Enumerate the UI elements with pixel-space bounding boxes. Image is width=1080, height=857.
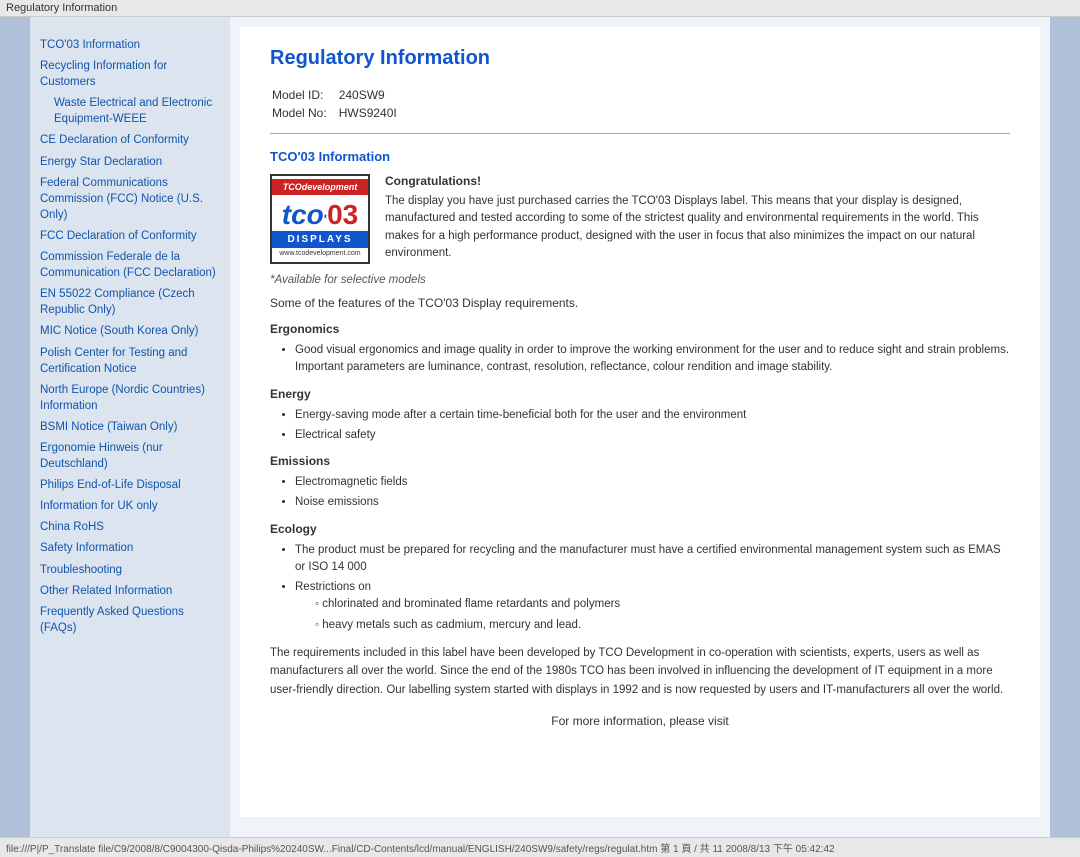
ecology-title: Ecology [270, 522, 1010, 536]
emissions-item-1: Electromagnetic fields [295, 474, 1010, 491]
ergonomics-list: Good visual ergonomics and image quality… [295, 342, 1010, 377]
model-no-value: HWS9240I [339, 105, 407, 121]
divider [270, 133, 1010, 134]
left-panel [0, 17, 30, 837]
title-bar-text: Regulatory Information [6, 2, 117, 14]
model-info-table: Model ID: 240SW9 Model No: HWS9240I [270, 85, 409, 123]
sidebar-item-11[interactable]: North Europe (Nordic Countries) Informat… [40, 382, 220, 414]
ergonomics-title: Ergonomics [270, 322, 1010, 336]
sidebar-item-9[interactable]: MIC Notice (South Korea Only) [40, 323, 220, 339]
content-area: Regulatory Information Model ID: 240SW9 … [230, 17, 1050, 837]
tco-congrats-title: Congratulations! [385, 174, 1010, 188]
model-id-value: 240SW9 [339, 87, 407, 103]
sidebar-item-10[interactable]: Polish Center for Testing and Certificat… [40, 345, 220, 377]
sidebar-item-16[interactable]: China RoHS [40, 519, 220, 535]
sidebar-item-19[interactable]: Other Related Information [40, 583, 220, 599]
emissions-item-2: Noise emissions [295, 494, 1010, 511]
ecology-sub-item-2: heavy metals such as cadmium, mercury an… [315, 617, 1010, 634]
sidebar-item-0[interactable]: TCO'03 Information [40, 37, 220, 53]
sidebar-item-2[interactable]: Waste Electrical and Electronic Equipmen… [54, 95, 220, 127]
model-no-label: Model No: [272, 105, 337, 121]
sidebar-item-7[interactable]: Commission Federale de la Communication … [40, 249, 220, 281]
energy-item-2: Electrical safety [295, 427, 1010, 444]
sidebar-item-3[interactable]: CE Declaration of Conformity [40, 132, 220, 148]
sidebar-item-14[interactable]: Philips End-of-Life Disposal [40, 477, 220, 493]
footer-text: For more information, please visit [270, 714, 1010, 728]
tco-content: Congratulations! The display you have ju… [385, 174, 1010, 262]
energy-title: Energy [270, 387, 1010, 401]
paragraph-text: The requirements included in this label … [270, 644, 1010, 699]
ecology-list: The product must be prepared for recycli… [295, 542, 1010, 634]
tco-num: 03 [327, 199, 358, 231]
tco-logo-middle: tco'03 [282, 195, 359, 231]
sidebar-item-8[interactable]: EN 55022 Compliance (Czech Republic Only… [40, 286, 220, 318]
tco-url: www.tcodevelopment.com [272, 248, 368, 259]
model-id-label: Model ID: [272, 87, 337, 103]
emissions-title: Emissions [270, 454, 1010, 468]
ecology-item-1: The product must be prepared for recycli… [295, 542, 1010, 577]
sidebar-item-1[interactable]: Recycling Information for Customers [40, 58, 220, 90]
ecology-item-2: Restrictions on chlorinated and brominat… [295, 579, 1010, 634]
tco-logo-top: TCOdevelopment [272, 179, 368, 195]
ecology-sub-item-1: chlorinated and brominated flame retarda… [315, 596, 1010, 613]
content-inner: Regulatory Information Model ID: 240SW9 … [240, 27, 1040, 817]
sidebar-item-20[interactable]: Frequently Asked Questions (FAQs) [40, 604, 220, 636]
title-bar: Regulatory Information [0, 0, 1080, 17]
tco-section-title: TCO'03 Information [270, 149, 1010, 164]
ergonomics-item-1: Good visual ergonomics and image quality… [295, 342, 1010, 377]
energy-list: Energy-saving mode after a certain time-… [295, 407, 1010, 445]
tco-box: TCOdevelopment tco'03 DISPLAYS www.tcode… [270, 174, 1010, 264]
status-bar-text: file:///P|/P_Translate file/C9/2008/8/C9… [6, 844, 835, 855]
sidebar-item-6[interactable]: FCC Declaration of Conformity [40, 228, 220, 244]
tco-displays: DISPLAYS [272, 231, 368, 248]
emissions-list: Electromagnetic fields Noise emissions [295, 474, 1010, 512]
right-panel [1050, 17, 1080, 837]
page-title: Regulatory Information [270, 47, 1010, 70]
sidebar-item-13[interactable]: Ergonomie Hinweis (nur Deutschland) [40, 440, 220, 472]
sidebar: TCO'03 Information Recycling Information … [30, 17, 230, 837]
available-note: *Available for selective models [270, 274, 1010, 286]
sidebar-item-12[interactable]: BSMI Notice (Taiwan Only) [40, 419, 220, 435]
sidebar-item-15[interactable]: Information for UK only [40, 498, 220, 514]
sidebar-item-5[interactable]: Federal Communications Commission (FCC) … [40, 175, 220, 223]
tco-text: tco [282, 199, 324, 231]
tco-logo: TCOdevelopment tco'03 DISPLAYS www.tcode… [270, 174, 370, 264]
features-text: Some of the features of the TCO'03 Displ… [270, 296, 1010, 310]
status-bar: file:///P|/P_Translate file/C9/2008/8/C9… [0, 837, 1080, 857]
sidebar-item-17[interactable]: Safety Information [40, 540, 220, 556]
ecology-sub-list: chlorinated and brominated flame retarda… [315, 596, 1010, 634]
sidebar-item-4[interactable]: Energy Star Declaration [40, 154, 220, 170]
tco-congrats-text: The display you have just purchased carr… [385, 193, 1010, 262]
energy-item-1: Energy-saving mode after a certain time-… [295, 407, 1010, 424]
sidebar-item-18[interactable]: Troubleshooting [40, 562, 220, 578]
